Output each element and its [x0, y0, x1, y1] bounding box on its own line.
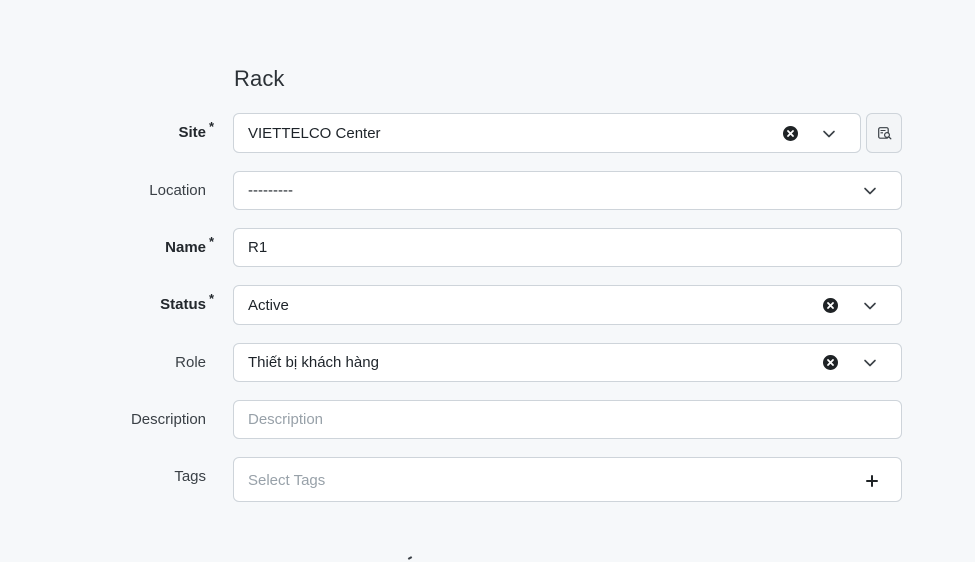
clear-icon[interactable]: [823, 298, 838, 313]
name-label: Name *: [165, 234, 214, 256]
required-asterisk: *: [208, 291, 214, 306]
name-label-text: Name: [165, 239, 206, 256]
role-select[interactable]: Thiết bị khách hàng: [233, 343, 902, 382]
site-label-text: Site: [178, 124, 206, 141]
description-input[interactable]: Description: [233, 400, 902, 439]
required-asterisk: *: [208, 234, 214, 249]
chevron-down-icon[interactable]: [822, 127, 836, 141]
location-value: ---------: [248, 182, 293, 199]
clear-icon[interactable]: [823, 355, 838, 370]
site-value: VIETTELCO Center: [248, 125, 381, 142]
name-value: R1: [248, 239, 268, 256]
required-asterisk: *: [208, 119, 214, 134]
plus-icon[interactable]: [866, 474, 878, 487]
truncated-glyph: [407, 556, 413, 560]
status-label-text: Status: [160, 296, 206, 313]
status-value: Active: [248, 297, 289, 314]
description-placeholder: Description: [248, 411, 324, 428]
site-selector-button[interactable]: [866, 113, 902, 153]
status-label: Status *: [160, 291, 214, 313]
site-select[interactable]: VIETTELCO Center: [233, 113, 861, 153]
search-list-icon: [878, 127, 892, 140]
chevron-down-icon[interactable]: [863, 299, 877, 313]
description-label: Description: [130, 411, 206, 428]
status-select[interactable]: Active: [233, 285, 902, 325]
role-value: Thiết bị khách hàng: [248, 354, 379, 371]
section-title: Rack: [234, 66, 285, 91]
site-label: Site *: [178, 119, 214, 141]
tags-label: Tags: [174, 468, 206, 485]
location-label: Location: [149, 182, 206, 199]
chevron-down-icon[interactable]: [863, 184, 877, 198]
chevron-down-icon[interactable]: [863, 356, 877, 370]
tags-placeholder: Select Tags: [248, 472, 326, 489]
clear-icon[interactable]: [783, 126, 798, 141]
tags-select[interactable]: Select Tags: [233, 457, 902, 502]
location-select[interactable]: ---------: [233, 171, 902, 210]
role-label: Role: [175, 354, 206, 371]
name-input[interactable]: R1: [233, 228, 902, 267]
